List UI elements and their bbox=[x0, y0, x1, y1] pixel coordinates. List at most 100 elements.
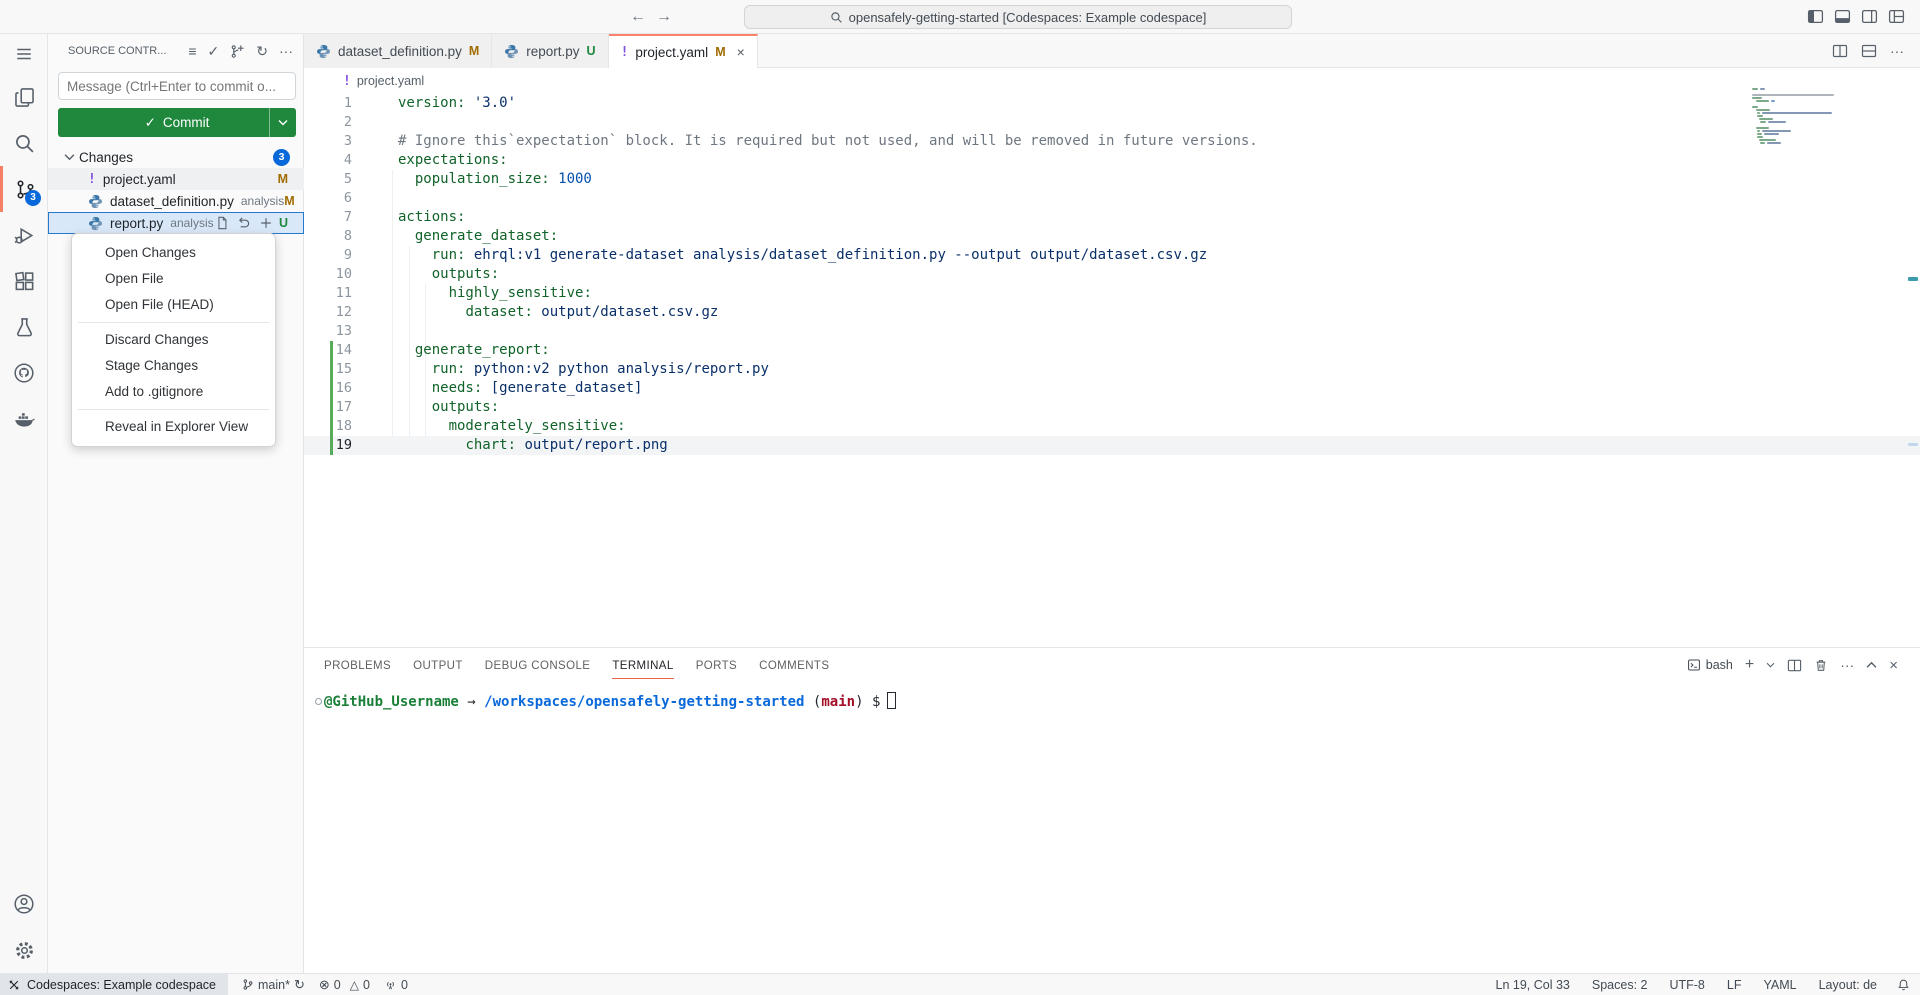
context-menu-item[interactable]: Discard Changes bbox=[72, 327, 275, 353]
remote-indicator[interactable]: Codespaces: Example codespace bbox=[0, 974, 228, 995]
settings-icon[interactable] bbox=[0, 927, 48, 973]
more-actions-icon[interactable]: ··· bbox=[1890, 43, 1904, 59]
refresh-icon[interactable]: ↻ bbox=[256, 43, 268, 59]
source-control-icon[interactable]: 3 bbox=[0, 166, 48, 212]
code-line[interactable]: 5 population_size: 1000 bbox=[304, 170, 1920, 189]
context-menu-item[interactable]: Stage Changes bbox=[72, 353, 275, 379]
forward-arrow-icon[interactable]: → bbox=[654, 7, 674, 27]
code-line[interactable]: 4expectations: bbox=[304, 151, 1920, 170]
notifications-bell-icon[interactable] bbox=[1897, 978, 1910, 992]
split-editor-icon[interactable] bbox=[1832, 43, 1848, 59]
close-panel-icon[interactable]: × bbox=[1889, 657, 1898, 674]
terminal-shell-item[interactable]: bash bbox=[1687, 658, 1733, 672]
explorer-icon[interactable] bbox=[0, 74, 48, 120]
overview-ruler[interactable] bbox=[1906, 34, 1920, 647]
context-menu-item[interactable]: Open File bbox=[72, 266, 275, 292]
account-icon[interactable] bbox=[0, 881, 48, 927]
code-line[interactable]: 16 needs: [generate_dataset] bbox=[304, 379, 1920, 398]
commit-dropdown[interactable] bbox=[269, 108, 296, 137]
context-menu-item[interactable]: Reveal in Explorer View bbox=[72, 414, 275, 440]
editor-tab[interactable]: dataset_definition.pyM bbox=[304, 34, 492, 68]
kill-terminal-icon[interactable] bbox=[1814, 658, 1828, 673]
code-line[interactable]: 2 bbox=[304, 113, 1920, 132]
changes-section-header[interactable]: Changes 3 bbox=[48, 146, 304, 168]
toggle-secondary-sidebar-icon[interactable] bbox=[1861, 8, 1879, 26]
status-item[interactable]: YAML bbox=[1763, 978, 1796, 992]
panel-tab[interactable]: PORTS bbox=[696, 652, 737, 679]
code-line[interactable]: 15 run: python:v2 python analysis/report… bbox=[304, 360, 1920, 379]
editor-tab[interactable]: !project.yamlM× bbox=[609, 34, 758, 68]
editor-layout-icon[interactable] bbox=[1861, 43, 1877, 59]
context-menu-item[interactable]: Open File (HEAD) bbox=[72, 292, 275, 318]
code-line[interactable]: 6 bbox=[304, 189, 1920, 208]
terminal[interactable]: @GitHub_Username → /workspaces/opensafel… bbox=[304, 682, 1920, 712]
open-file-icon[interactable] bbox=[215, 216, 229, 230]
status-item[interactable]: LF bbox=[1727, 978, 1742, 992]
toggle-panel-icon[interactable] bbox=[1834, 8, 1852, 26]
maximize-panel-icon[interactable] bbox=[1866, 661, 1877, 669]
code-line[interactable]: 3# Ignore this`expectation` block. It is… bbox=[304, 132, 1920, 151]
status-item[interactable]: UTF-8 bbox=[1669, 978, 1704, 992]
docker-icon[interactable] bbox=[0, 396, 48, 442]
panel-tab[interactable]: OUTPUT bbox=[413, 652, 463, 679]
ports-status-item[interactable]: 0 bbox=[384, 978, 408, 992]
more-actions-icon[interactable]: ··· bbox=[1840, 657, 1854, 673]
scm-file-row[interactable]: report.pyanalysisU bbox=[48, 212, 304, 234]
scm-file-row[interactable]: dataset_definition.pyanalysisM bbox=[48, 190, 304, 212]
stage-changes-icon[interactable] bbox=[259, 216, 273, 230]
command-decoration-icon[interactable] bbox=[315, 698, 322, 705]
code-line[interactable]: 11 highly_sensitive: bbox=[304, 284, 1920, 303]
status-item[interactable]: Spaces: 2 bbox=[1592, 978, 1648, 992]
context-menu-item[interactable]: Add to .gitignore bbox=[72, 379, 275, 405]
discard-changes-icon[interactable] bbox=[237, 216, 251, 230]
commit-check-icon[interactable]: ✓ bbox=[208, 43, 220, 59]
status-item[interactable]: Ln 19, Col 33 bbox=[1496, 978, 1570, 992]
problems-status-item[interactable]: ⊗ 0 △ 0 bbox=[319, 978, 370, 992]
check-icon: ✓ bbox=[145, 115, 156, 131]
code-line[interactable]: 8 generate_dataset: bbox=[304, 227, 1920, 246]
code-line[interactable]: 14 generate_report: bbox=[304, 341, 1920, 360]
panel-tab[interactable]: TERMINAL bbox=[612, 652, 673, 679]
extensions-icon[interactable] bbox=[0, 258, 48, 304]
split-terminal-icon[interactable] bbox=[1787, 658, 1802, 673]
context-menu-item[interactable]: Open Changes bbox=[72, 240, 275, 266]
back-arrow-icon[interactable]: ← bbox=[628, 7, 648, 27]
code-line[interactable]: 9 run: ehrql:v1 generate-dataset analysi… bbox=[304, 246, 1920, 265]
panel-tab[interactable]: DEBUG CONSOLE bbox=[485, 652, 591, 679]
command-center-search[interactable]: opensafely-getting-started [Codespaces: … bbox=[744, 5, 1292, 29]
panel-tab[interactable]: PROBLEMS bbox=[324, 652, 391, 679]
line-number: 9 bbox=[304, 246, 352, 265]
scm-file-row[interactable]: !project.yamlM bbox=[48, 168, 304, 190]
code-line[interactable]: 18 moderately_sensitive: bbox=[304, 417, 1920, 436]
code-line[interactable]: 7actions: bbox=[304, 208, 1920, 227]
commit-message-input[interactable] bbox=[58, 72, 296, 100]
customize-layout-icon[interactable] bbox=[1888, 8, 1906, 26]
run-debug-icon[interactable] bbox=[0, 212, 48, 258]
launch-profile-chevron-icon[interactable] bbox=[1766, 662, 1775, 668]
test-icon[interactable] bbox=[0, 304, 48, 350]
code-line[interactable]: 1version: '3.0' bbox=[304, 94, 1920, 113]
status-item[interactable]: Layout: de bbox=[1819, 978, 1877, 992]
search-icon[interactable] bbox=[0, 120, 48, 166]
toggle-sidebar-icon[interactable] bbox=[1807, 8, 1825, 26]
menu-icon[interactable] bbox=[0, 34, 48, 74]
more-actions-icon[interactable]: ··· bbox=[279, 43, 293, 59]
new-terminal-icon[interactable]: + bbox=[1745, 656, 1754, 674]
gutter: 3 bbox=[304, 132, 375, 151]
breadcrumb[interactable]: ! project.yaml bbox=[304, 68, 1920, 94]
branch-create-icon[interactable] bbox=[230, 44, 245, 59]
minimap[interactable] bbox=[1752, 88, 1850, 145]
editor-tab[interactable]: report.pyU bbox=[492, 34, 608, 68]
code-editor[interactable]: 1version: '3.0'23# Ignore this`expectati… bbox=[304, 94, 1920, 455]
commit-button[interactable]: ✓ Commit bbox=[58, 108, 296, 137]
panel-tab[interactable]: COMMENTS bbox=[759, 652, 829, 679]
code-line[interactable]: 10 outputs: bbox=[304, 265, 1920, 284]
close-icon[interactable]: × bbox=[737, 44, 745, 60]
code-line[interactable]: 13 bbox=[304, 322, 1920, 341]
code-line[interactable]: 12 dataset: output/dataset.csv.gz bbox=[304, 303, 1920, 322]
branch-status-item[interactable]: main* ↻ bbox=[242, 978, 305, 992]
view-as-list-icon[interactable]: ≡ bbox=[188, 43, 196, 59]
github-icon[interactable] bbox=[0, 350, 48, 396]
code-line[interactable]: 19 chart: output/report.png bbox=[304, 436, 1920, 455]
code-line[interactable]: 17 outputs: bbox=[304, 398, 1920, 417]
